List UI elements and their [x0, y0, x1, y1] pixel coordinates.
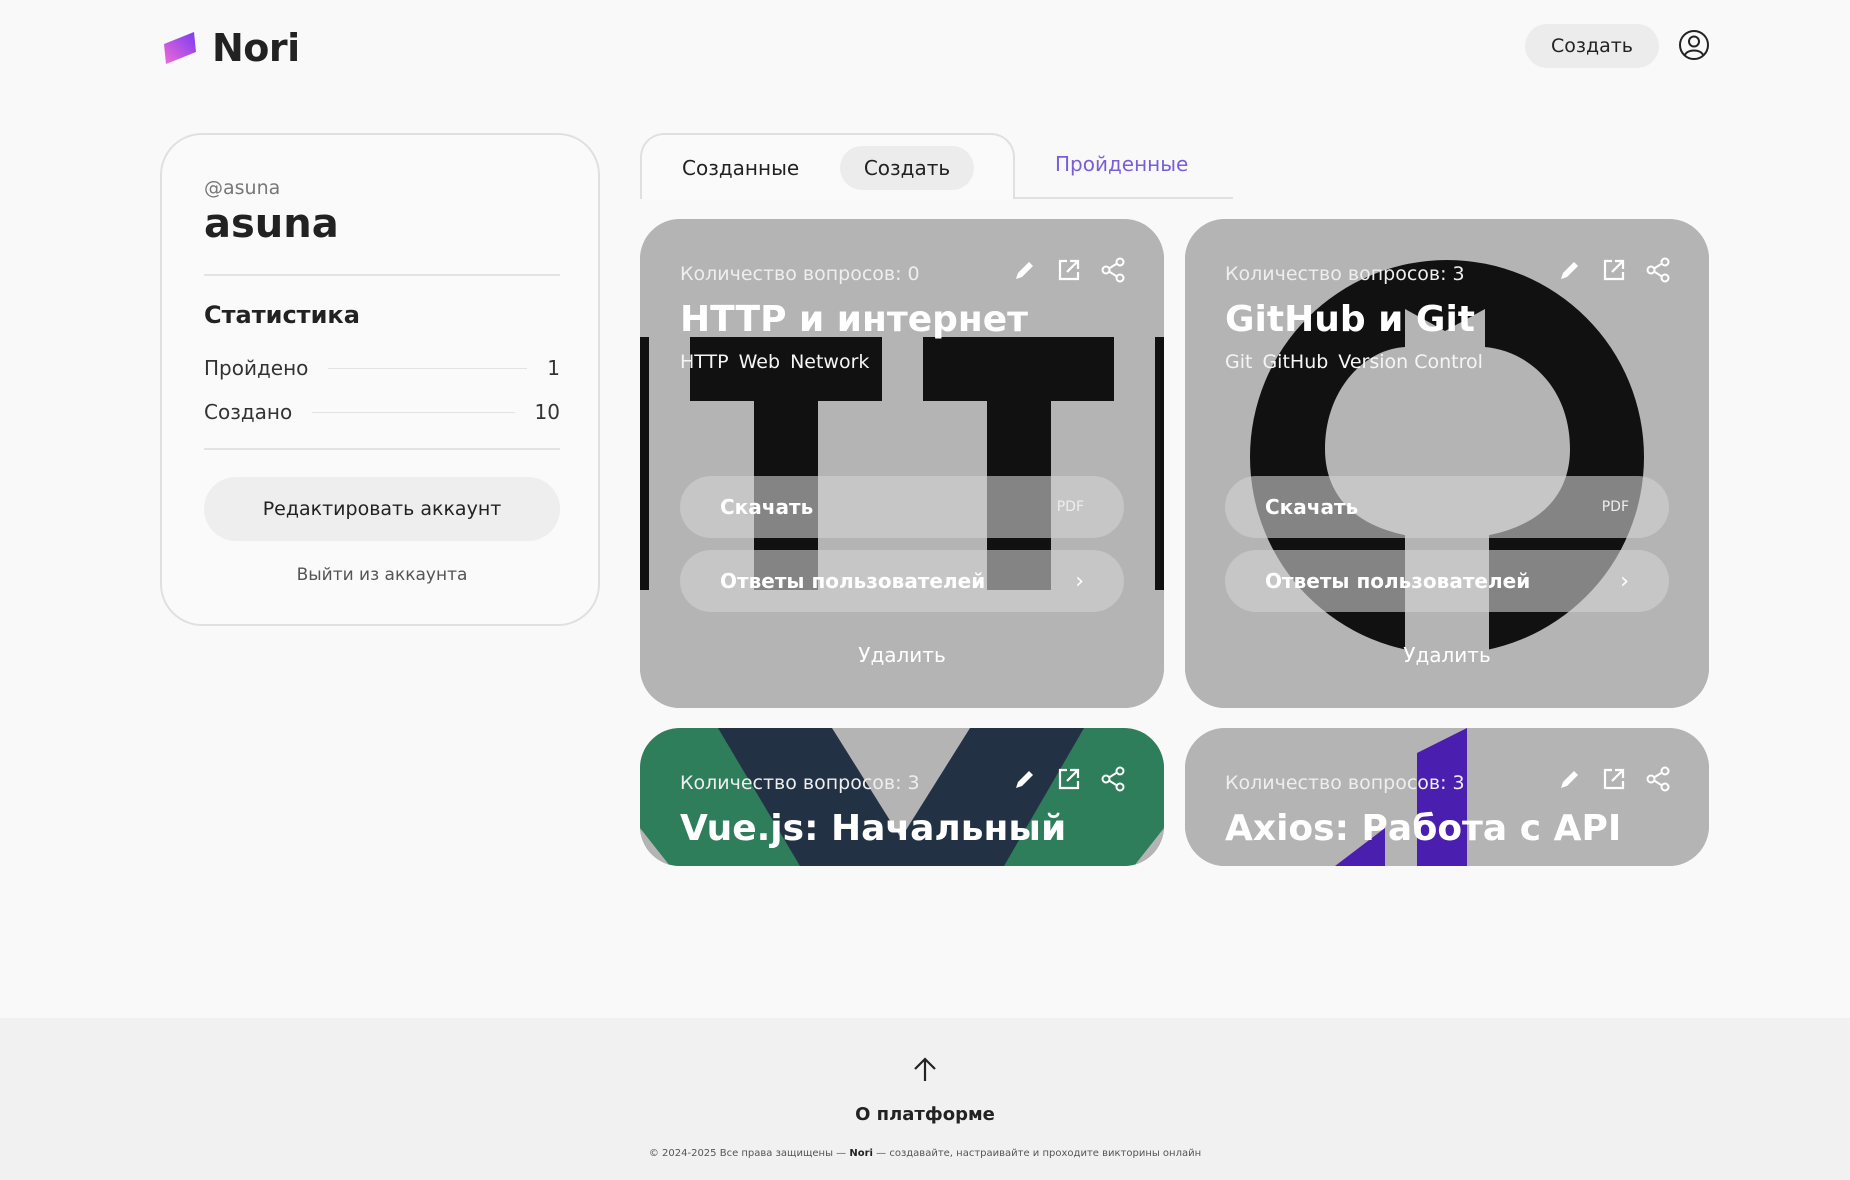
download-label: Скачать: [720, 495, 814, 519]
open-external-icon[interactable]: [1601, 766, 1627, 792]
quiz-card[interactable]: Количество вопросов: 0 HTTP и интернет H…: [640, 219, 1164, 708]
download-label: Скачать: [1265, 495, 1359, 519]
edit-icon[interactable]: [1012, 766, 1038, 792]
edit-account-button[interactable]: Редактировать аккаунт: [204, 477, 560, 541]
copyright-prefix: © 2024-2025 Все права защищены —: [648, 1148, 847, 1159]
scroll-to-top-icon[interactable]: [910, 1054, 940, 1084]
open-external-icon[interactable]: [1601, 257, 1627, 283]
open-external-icon[interactable]: [1056, 257, 1082, 283]
question-count: Количество вопросов: 3: [1225, 772, 1465, 794]
user-account-icon[interactable]: [1678, 29, 1710, 61]
stat-row-passed: Пройдено 1: [204, 356, 560, 380]
about-platform-link[interactable]: О платформе: [0, 1104, 1850, 1125]
stat-label: Создано: [204, 400, 293, 424]
profile-card: @asuna asuna Статистика Пройдено 1 Созда…: [160, 133, 600, 626]
card-actions: [1012, 766, 1126, 792]
delete-button[interactable]: Удалить: [1185, 643, 1709, 667]
quiz-card-content: Количество вопросов: 0 HTTP и интернет H…: [640, 219, 1164, 708]
tab-create-button[interactable]: Создать: [840, 146, 974, 190]
quiz-title: GitHub и Git: [1225, 299, 1476, 340]
quiz-title: Axios: Работа с API: [1225, 808, 1622, 849]
header-create-button[interactable]: Создать: [1525, 24, 1659, 68]
tag: Git: [1225, 351, 1253, 373]
stats-title: Статистика: [204, 301, 360, 329]
tab-created-active: Созданные Создать: [640, 133, 1015, 199]
tag: Version Control: [1338, 351, 1483, 373]
copyright-brand: Nori: [849, 1148, 873, 1159]
download-format: PDF: [1601, 499, 1629, 515]
card-actions: [1557, 257, 1671, 283]
user-answers-button[interactable]: Ответы пользователей ›: [1225, 550, 1669, 612]
quiz-tags: HTTP Web Network: [680, 351, 869, 373]
stat-label: Пройдено: [204, 356, 309, 380]
quiz-card-content: Количество вопросов: 3 Vue.js: Начальный: [640, 728, 1164, 866]
logo[interactable]: Nori: [160, 26, 300, 70]
quiz-tags: Git GitHub Version Control: [1225, 351, 1483, 373]
stat-dots: [312, 411, 515, 413]
copyright: © 2024-2025 Все права защищены — Nori — …: [0, 1148, 1850, 1159]
tag: GitHub: [1262, 351, 1329, 373]
logo-mark-icon: [164, 32, 196, 64]
question-count: Количество вопросов: 3: [680, 772, 920, 794]
quiz-title: Vue.js: Начальный: [680, 808, 1067, 849]
logo-text: Nori: [212, 26, 300, 70]
tag: HTTP: [680, 351, 729, 373]
question-count: Количество вопросов: 0: [680, 263, 920, 285]
user-answers-label: Ответы пользователей: [1265, 569, 1531, 593]
stat-value: 10: [534, 400, 560, 424]
stat-value: 1: [547, 356, 560, 380]
logout-link[interactable]: Выйти из аккаунта: [204, 565, 560, 585]
stat-row-created: Создано 10: [204, 400, 560, 424]
quiz-card-content: Количество вопросов: 3 Axios: Работа с A…: [1185, 728, 1709, 866]
tab-passed[interactable]: Пройденные: [1055, 152, 1188, 176]
quiz-card[interactable]: Количество вопросов: 3 Vue.js: Начальный: [640, 728, 1164, 866]
question-count: Количество вопросов: 3: [1225, 263, 1465, 285]
user-handle: @asuna: [204, 177, 281, 199]
tab-created[interactable]: Созданные: [682, 156, 799, 180]
download-format: PDF: [1056, 499, 1084, 515]
edit-icon[interactable]: [1012, 257, 1038, 283]
tab-underline: [1013, 197, 1233, 199]
copyright-suffix: — создавайте, настраивайте и проходите в…: [876, 1148, 1202, 1159]
username: asuna: [204, 201, 339, 247]
delete-button[interactable]: Удалить: [640, 643, 1164, 667]
quiz-card[interactable]: Количество вопросов: 3 GitHub и Git Git …: [1185, 219, 1709, 708]
edit-icon[interactable]: [1557, 257, 1583, 283]
tag: Web: [738, 351, 781, 373]
divider: [204, 274, 560, 276]
chevron-right-icon: ›: [1075, 568, 1084, 594]
user-answers-button[interactable]: Ответы пользователей ›: [680, 550, 1124, 612]
tag: Network: [790, 351, 870, 373]
quiz-card-content: Количество вопросов: 3 GitHub и Git Git …: [1185, 219, 1709, 708]
divider: [204, 448, 560, 450]
chevron-right-icon: ›: [1620, 568, 1629, 594]
card-actions: [1012, 257, 1126, 283]
open-external-icon[interactable]: [1056, 766, 1082, 792]
share-icon[interactable]: [1100, 257, 1126, 283]
share-icon[interactable]: [1645, 766, 1671, 792]
edit-icon[interactable]: [1557, 766, 1583, 792]
download-button[interactable]: Скачать PDF: [680, 476, 1124, 538]
card-actions: [1557, 766, 1671, 792]
share-icon[interactable]: [1645, 257, 1671, 283]
quiz-title: HTTP и интернет: [680, 299, 1029, 340]
footer: О платформе © 2024-2025 Все права защище…: [0, 1018, 1850, 1180]
download-button[interactable]: Скачать PDF: [1225, 476, 1669, 538]
share-icon[interactable]: [1100, 766, 1126, 792]
quiz-card[interactable]: Количество вопросов: 3 Axios: Работа с A…: [1185, 728, 1709, 866]
stat-dots: [328, 367, 528, 369]
user-answers-label: Ответы пользователей: [720, 569, 986, 593]
